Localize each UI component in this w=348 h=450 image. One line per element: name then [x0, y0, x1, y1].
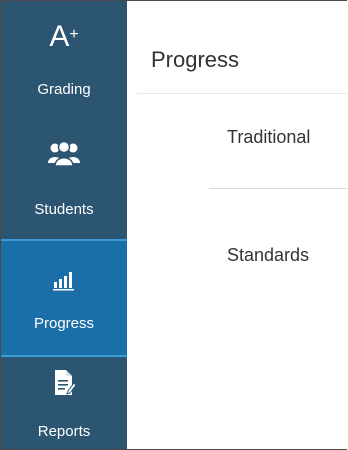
tab-divider [209, 188, 347, 189]
report-document-icon [1, 369, 127, 402]
sidebar-item-students[interactable]: Students [1, 119, 127, 239]
main-panel: Progress Traditional Standards [127, 1, 347, 449]
sidebar-item-label: Reports [37, 423, 91, 440]
tab-standards[interactable]: Standards [227, 245, 309, 266]
sidebar-item-label: Progress [33, 315, 95, 332]
app-frame: A+ Grading Students Progress Reports Pro… [0, 0, 347, 450]
title-divider [137, 93, 347, 94]
grading-a-plus-icon: A+ [49, 20, 79, 53]
sidebar-item-label: Students [34, 201, 94, 218]
progress-bar-chart-icon [1, 271, 127, 296]
page-title: Progress [151, 47, 240, 72]
sidebar-item-reports[interactable]: Reports [1, 357, 127, 449]
sidebar-item-grading[interactable]: A+ Grading [1, 1, 127, 119]
sidebar: A+ Grading Students Progress Reports [1, 1, 127, 449]
sidebar-item-label: Grading [37, 81, 91, 98]
tab-traditional[interactable]: Traditional [227, 127, 310, 148]
sidebar-item-progress[interactable]: Progress [1, 239, 127, 357]
students-group-icon [1, 140, 127, 172]
